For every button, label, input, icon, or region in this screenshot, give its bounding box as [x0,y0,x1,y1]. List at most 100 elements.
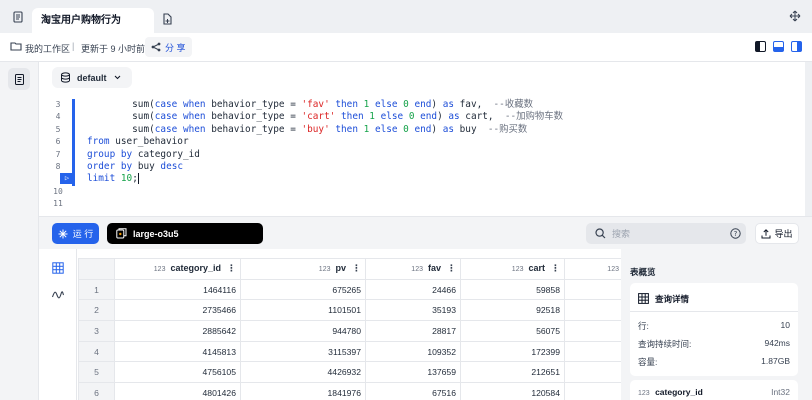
column-header-pv[interactable]: 123 pv ⋮ [240,258,366,280]
table-row[interactable]: 32885642944780288175607531619 [78,320,660,342]
code-token: then [341,111,364,123]
editor-scrollbar[interactable] [805,62,812,216]
table-cell: 1101501 [240,299,366,322]
code-token: end [420,111,438,123]
duration-value: 942ms [764,338,790,348]
column-menu-icon[interactable]: ⋮ [352,263,361,273]
database-select[interactable]: default [52,67,132,88]
layout-bottom-icon[interactable] [773,41,784,54]
code-token: order [87,160,116,172]
column-header-cart[interactable]: 123 cart ⋮ [460,258,565,280]
share-button[interactable]: 分 享 [145,37,192,57]
table-cell: 2735466 [114,299,241,322]
table-row[interactable]: 44145813311539710935217239931418 [78,340,660,363]
line-number: 4 [55,112,61,122]
column-menu-icon[interactable]: ⋮ [227,263,236,273]
size-label: 容量: [638,357,658,367]
chart-view-icon[interactable] [51,288,65,306]
export-button[interactable]: 导出 [755,223,799,244]
view-switcher [39,249,77,400]
code-token: case [154,111,178,123]
code-token: ; [132,173,138,185]
table-cell: 137659 [365,361,461,384]
layout-left-icon[interactable] [755,41,766,54]
result-set-label: large-o3u5 [133,228,179,239]
code-line: 11 [39,198,812,210]
code-token: when [182,99,206,110]
column-menu-icon[interactable]: ⋮ [551,263,560,273]
rows-value: 10 [780,320,790,330]
document-icon[interactable] [8,7,28,27]
code-token: group [87,148,116,160]
query-icon[interactable] [8,68,30,90]
column-header-category_id[interactable]: 123 category_id ⋮ [114,258,241,280]
table-cell: 56075 [460,320,565,342]
table-row[interactable]: 11464116675265244665985834248 [78,278,660,301]
code-line: 3 sum(case when behavior_type = 'fav' th… [39,99,812,111]
row-number: 1 [78,278,115,301]
line-number: 3 [55,100,61,109]
code-line: 6 from user_behavior [39,136,812,148]
run-line-icon[interactable]: ▷ [60,173,74,185]
rows-label: 行: [638,321,649,331]
layout-right-icon[interactable] [791,41,802,54]
code-token: by [120,148,133,160]
line-number: 5 [55,124,61,134]
field-dtype: Int32 [771,387,790,397]
code-token: buy [454,123,488,135]
table-cell: 3115397 [240,340,366,363]
move-icon[interactable] [785,6,805,26]
folder-icon [10,40,22,54]
query-details-card: 查询详情 行: 10 查询持续时间: 942ms 容量: 1.87GB [630,283,798,376]
code-token: sum( [87,123,155,135]
code-token: as [448,111,460,123]
column-header-fav[interactable]: 123 fav ⋮ [365,258,461,280]
tab-bar: 淘宝用户购物行为 [0,0,812,33]
search-input[interactable]: 搜索 ? [586,223,746,244]
sql-editor[interactable]: default 3 sum(case when behavior_type = … [39,62,812,216]
code-line: 8 order by buy desc [39,161,812,173]
table-view-icon[interactable] [52,261,64,279]
sparkle-icon [58,229,68,238]
table-cell: 92518 [460,299,565,322]
tab-query[interactable]: 淘宝用户购物行为 [32,8,154,33]
code-token: as [442,99,455,110]
code-token: --加购物车数 [504,111,563,123]
code-token: --收藏数 [493,99,533,110]
field-card: 123 category_id Int32 [630,380,798,400]
code-line: 4 sum(case when behavior_type = 'cart' t… [39,111,812,123]
code-token: sum( [87,111,155,123]
results-panel: 123category_id⋮123pv⋮123fav⋮123cart⋮123b… [39,249,812,400]
row-number: 3 [78,320,115,342]
table-cell: 24466 [365,278,461,301]
code-token: ) [431,123,443,135]
line-number: 8 [55,161,61,171]
code-token: from [87,136,110,148]
table-row[interactable]: 54756105442693213765921265128021 [78,361,660,384]
search-placeholder: 搜索 [612,229,631,239]
run-button[interactable]: 运 行 [52,223,99,244]
table-cell: 1841976 [240,382,366,400]
code-token: else [380,111,404,123]
new-tab-icon[interactable] [157,9,177,29]
table-cell: 120584 [460,382,565,400]
code-token: then [335,123,358,135]
export-icon [761,228,771,238]
workspace-link[interactable]: 我的工作区 [25,42,70,55]
result-set-select[interactable]: large-o3u5 [107,223,263,244]
table-cell: 675265 [240,278,366,301]
code-token: limit [87,173,116,185]
code-token: 'fav' [301,99,330,110]
code-token: ) [431,99,443,110]
table-row[interactable]: 227354661101501351939251833426 [78,299,660,322]
table-cell: 2885642 [114,320,241,342]
line-number: 6 [55,137,61,147]
column-name: cart [528,263,545,274]
divider: | [72,41,75,51]
database-label: default [77,72,107,83]
table-row[interactable]: 6480142618419766751612058426258 [78,382,660,400]
help-icon[interactable]: ? [730,228,741,239]
code-token: else [374,99,398,110]
code-text: sum(case when behavior_type = 'buy' then… [87,124,527,136]
column-menu-icon[interactable]: ⋮ [447,263,456,273]
